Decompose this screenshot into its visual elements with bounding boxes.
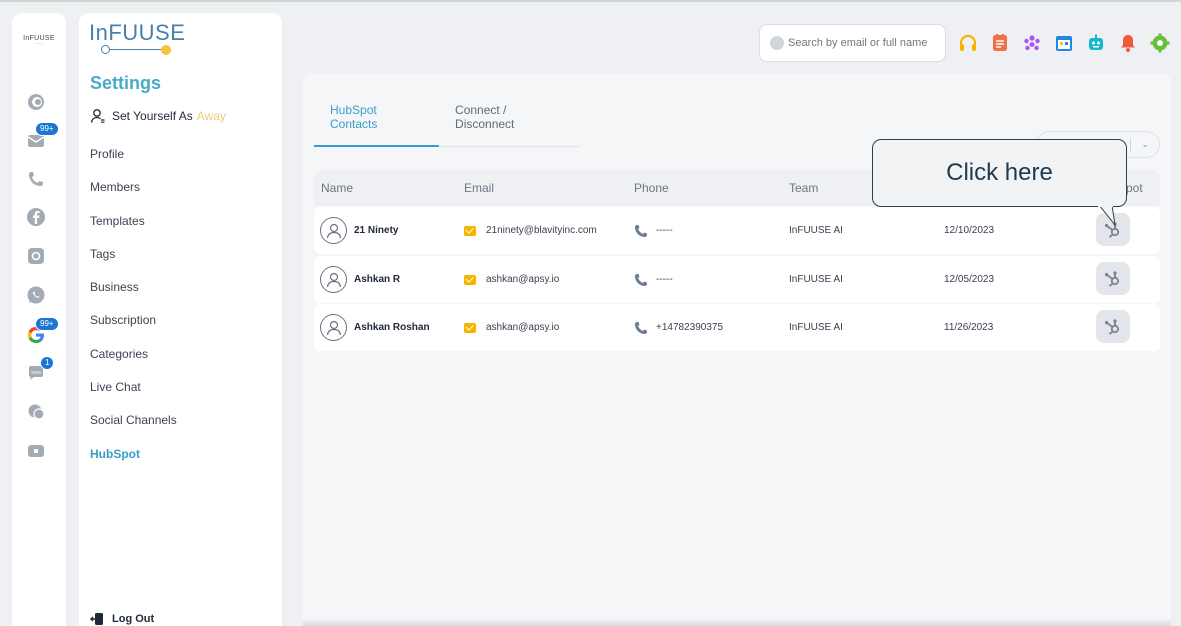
menu-item-subscription[interactable]: Subscription (90, 307, 177, 340)
chevron-down-icon: ⌄ (1141, 139, 1149, 149)
menu-item-hubspot[interactable]: HubSpot (90, 441, 177, 474)
avatar (320, 314, 347, 341)
contact-team: InFUUSE AI (789, 225, 843, 236)
column-phone: Phone (634, 181, 669, 195)
bell-icon[interactable] (1117, 32, 1139, 54)
contact-date: 11/26/2023 (944, 322, 994, 333)
contact-name: Ashkan R (354, 274, 401, 285)
column-hubspot: pot (1126, 181, 1143, 195)
avatar (320, 266, 347, 293)
contact-email: ashkan@apsy.io (486, 322, 560, 333)
chat-icon[interactable] (26, 402, 46, 422)
tab-connect-disconnect[interactable]: Connect / Disconnect (439, 93, 580, 146)
logout-button[interactable]: Log Out (90, 612, 154, 626)
settings-title: Settings (90, 73, 162, 93)
hubspot-icon (1104, 270, 1120, 287)
menu-item-live-chat[interactable]: Live Chat (90, 374, 177, 407)
phone-icon (634, 273, 648, 287)
settings-menu: Profile Members Templates Tags Business … (90, 141, 177, 474)
menu-item-profile[interactable]: Profile (90, 141, 177, 174)
mail-icon (464, 274, 476, 285)
click-here-callout: Click here (872, 139, 1127, 207)
calendar-icon[interactable] (1053, 32, 1075, 54)
contact-name: 21 Ninety (354, 225, 399, 236)
menu-item-social-channels[interactable]: Social Channels (90, 407, 177, 440)
contact-team: InFUUSE AI (789, 322, 843, 333)
contact-name: Ashkan Roshan (354, 322, 430, 333)
phone-icon (634, 224, 648, 238)
phone-icon (634, 321, 648, 335)
headset-icon[interactable] (957, 32, 979, 54)
menu-item-templates[interactable]: Templates (90, 208, 177, 241)
search-icon (770, 36, 784, 50)
whatsapp-icon[interactable] (26, 285, 46, 305)
table-row: Ashkan Roshan ashkan@apsy.io +1478239037… (314, 304, 1160, 351)
menu-item-categories[interactable]: Categories (90, 341, 177, 374)
callout-pointer (1098, 205, 1116, 227)
mail-icon (464, 322, 476, 333)
user-away-icon (90, 109, 105, 123)
avatar (320, 217, 347, 244)
tab-hubspot-contacts[interactable]: HubSpot Contacts (314, 93, 440, 147)
contact-date: 12/05/2023 (944, 274, 995, 285)
column-name: Name (321, 181, 354, 195)
hubspot-sync-button[interactable] (1096, 310, 1130, 343)
table-row: Ashkan R ashkan@apsy.io ----- InFUUSE AI… (314, 256, 1160, 303)
away-status: Away (196, 109, 226, 123)
column-team: Team (789, 181, 819, 195)
top-border (0, 0, 1181, 2)
search-box[interactable] (759, 24, 946, 62)
google-badge: 99+ (35, 317, 59, 331)
bot-icon[interactable] (1085, 32, 1107, 54)
instagram-icon[interactable] (26, 246, 46, 266)
dashboard-icon[interactable] (26, 92, 46, 112)
contact-date: 12/10/2023 (944, 225, 995, 236)
table-row: 21 Ninety 21ninety@blavityinc.com ----- … (314, 207, 1160, 254)
phone-icon[interactable] (26, 169, 46, 189)
contact-phone: +14782390375 (656, 322, 724, 333)
contact-phone: ----- (656, 225, 673, 236)
logout-icon (90, 613, 103, 625)
menu-item-business[interactable]: Business (90, 274, 177, 307)
set-away-toggle[interactable]: Set Yourself As Away (90, 108, 226, 124)
contact-email: 21ninety@blavityinc.com (486, 225, 597, 236)
menu-item-members[interactable]: Members (90, 174, 177, 207)
settings-panel: InFUUSE Settings Set Yourself As Away Pr… (79, 13, 282, 626)
rail-logo: InFUUSE ~~~ (23, 35, 55, 46)
contact-email: ashkan@apsy.io (486, 274, 560, 285)
settings-icon[interactable] (1149, 32, 1171, 54)
search-input[interactable] (788, 37, 938, 49)
top-icon-bar (957, 32, 1181, 54)
email-badge: 99+ (35, 122, 59, 136)
video-icon[interactable] (26, 441, 46, 461)
mail-icon (464, 225, 476, 236)
contact-team: InFUUSE AI (789, 274, 843, 285)
hubspot-icon (1104, 318, 1120, 335)
column-email: Email (464, 181, 495, 195)
contact-phone: ----- (656, 274, 673, 285)
tab-bar: HubSpot Contacts Connect / Disconnect (314, 93, 580, 147)
icon-rail: InFUUSE ~~~ 99+ 99+ SMS 1 (12, 13, 66, 626)
svg-text:SMS: SMS (31, 370, 41, 375)
menu-item-tags[interactable]: Tags (90, 241, 177, 274)
brand-logo: InFUUSE (89, 21, 185, 61)
hubspot-sync-button[interactable] (1096, 262, 1130, 295)
sms-badge: 1 (40, 356, 55, 370)
facebook-icon[interactable] (26, 207, 46, 227)
note-icon[interactable] (989, 32, 1011, 54)
team-icon[interactable] (1021, 32, 1043, 54)
